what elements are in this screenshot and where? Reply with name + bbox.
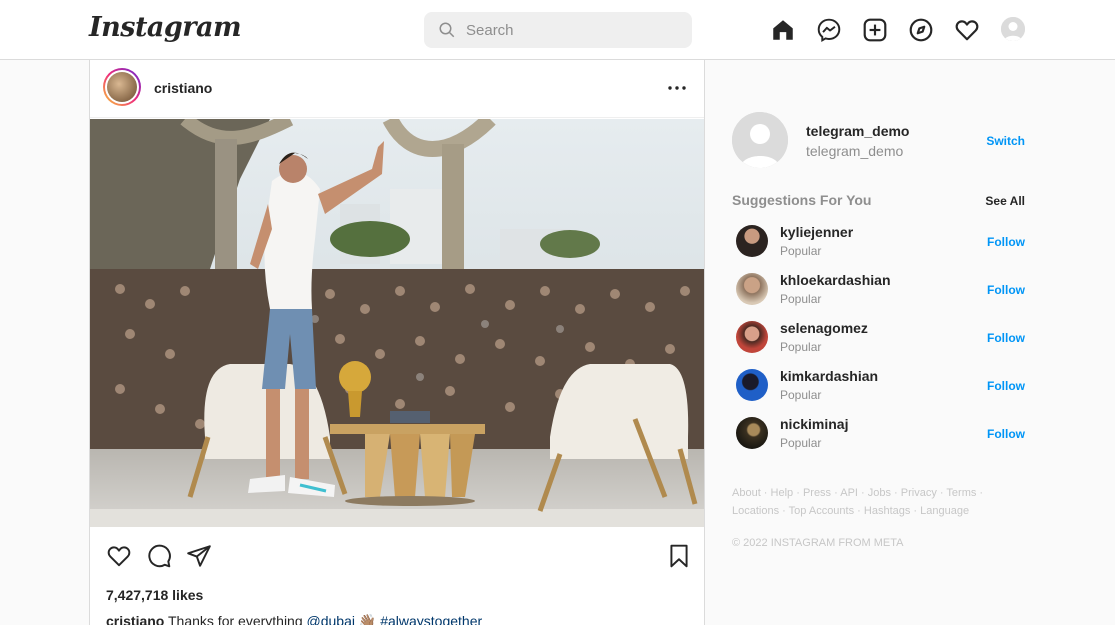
follow-button[interactable]: Follow: [987, 235, 1025, 249]
more-options-icon[interactable]: [666, 80, 688, 96]
activity-heart-icon[interactable]: [954, 17, 980, 43]
suggestion-subtitle: Popular: [780, 340, 822, 354]
default-avatar-icon: [1001, 17, 1025, 41]
search-icon: [439, 22, 455, 38]
follow-button[interactable]: Follow: [987, 427, 1025, 441]
footer-link-hashtags[interactable]: Hashtags: [864, 505, 910, 517]
explore-icon[interactable]: [908, 17, 934, 43]
suggestion-item: kyliejenner Popular Follow: [732, 224, 1025, 272]
new-post-icon[interactable]: [862, 17, 888, 43]
top-navigation-bar: Instagram: [0, 0, 1115, 60]
caption-username[interactable]: cristiano: [106, 613, 164, 625]
like-count[interactable]: 7,427,718 likes: [106, 587, 203, 603]
footer-link-about[interactable]: About: [732, 487, 761, 499]
suggestion-username[interactable]: selenagomez: [780, 320, 868, 336]
caption-emoji: 👋🏽: [358, 613, 377, 625]
post-caption: cristiano Thanks for everything @dubai 👋…: [106, 613, 482, 625]
comment-icon[interactable]: [146, 543, 172, 569]
footer-link-terms[interactable]: Terms: [946, 487, 976, 499]
follow-button[interactable]: Follow: [987, 379, 1025, 393]
follow-button[interactable]: Follow: [987, 283, 1025, 297]
suggestion-avatar[interactable]: [736, 369, 768, 401]
suggestion-avatar[interactable]: [736, 225, 768, 257]
suggestion-subtitle: Popular: [780, 436, 822, 450]
current-user-name[interactable]: telegram_demo: [806, 123, 909, 139]
suggestion-avatar[interactable]: [736, 273, 768, 305]
post-photo[interactable]: [90, 119, 704, 527]
caption-mention[interactable]: @dubai: [307, 613, 355, 625]
see-all-button[interactable]: See All: [985, 194, 1025, 208]
caption-text: Thanks for everything: [168, 613, 303, 625]
share-paper-plane-icon[interactable]: [186, 543, 212, 569]
suggestion-subtitle: Popular: [780, 244, 822, 258]
search-box[interactable]: [424, 12, 692, 48]
suggestion-avatar[interactable]: [736, 321, 768, 353]
profile-avatar[interactable]: [1001, 17, 1025, 41]
footer-link-top-accounts[interactable]: Top Accounts: [789, 505, 854, 517]
messenger-icon[interactable]: [816, 17, 842, 43]
post-author-username[interactable]: cristiano: [154, 80, 212, 96]
suggestion-item: selenagomez Popular Follow: [732, 320, 1025, 368]
suggestion-avatar[interactable]: [736, 417, 768, 449]
follow-button[interactable]: Follow: [987, 331, 1025, 345]
footer-link-help[interactable]: Help: [771, 487, 794, 499]
post-header: cristiano: [90, 60, 704, 118]
sidebar: telegram_demo telegram_demo Switch Sugge…: [732, 60, 1025, 625]
caption-hashtag[interactable]: #alwaystogether: [380, 613, 482, 625]
search-input[interactable]: [466, 12, 676, 48]
footer-link-locations[interactable]: Locations: [732, 505, 779, 517]
feed-post: cristiano 7,427,718 likes cristiano Than…: [89, 60, 705, 625]
suggestions-title: Suggestions For You: [732, 192, 872, 208]
suggestion-subtitle: Popular: [780, 292, 822, 306]
suggestion-username[interactable]: khloekardashian: [780, 272, 891, 288]
footer-link-privacy[interactable]: Privacy: [901, 487, 937, 499]
save-bookmark-icon[interactable]: [666, 543, 692, 569]
suggestion-item: nickiminaj Popular Follow: [732, 416, 1025, 464]
footer-links: About · Help · Press · API · Jobs · Priv…: [732, 487, 984, 517]
current-user-subtitle: telegram_demo: [806, 143, 904, 159]
post-actions: [90, 543, 704, 573]
suggestion-subtitle: Popular: [780, 388, 822, 402]
suggestion-item: kimkardashian Popular Follow: [732, 368, 1025, 416]
footer-link-language[interactable]: Language: [920, 505, 969, 517]
footer-link-jobs[interactable]: Jobs: [868, 487, 891, 499]
current-user-avatar[interactable]: [732, 112, 788, 168]
instagram-logo[interactable]: Instagram: [89, 12, 242, 43]
suggestion-username[interactable]: kyliejenner: [780, 224, 853, 240]
default-avatar-icon: [732, 112, 788, 168]
like-heart-icon[interactable]: [106, 543, 132, 569]
switch-account-button[interactable]: Switch: [986, 134, 1025, 148]
suggestion-username[interactable]: kimkardashian: [780, 368, 878, 384]
post-image: [90, 119, 704, 527]
footer-link-press[interactable]: Press: [803, 487, 831, 499]
suggestions-list: kyliejenner Popular Follow khloekardashi…: [732, 224, 1025, 464]
post-author-avatar[interactable]: [103, 68, 141, 106]
home-icon[interactable]: [770, 17, 796, 43]
suggestion-item: khloekardashian Popular Follow: [732, 272, 1025, 320]
suggestion-username[interactable]: nickiminaj: [780, 416, 848, 432]
footer-link-api[interactable]: API: [840, 487, 858, 499]
copyright-text: © 2022 INSTAGRAM FROM META: [732, 537, 904, 549]
